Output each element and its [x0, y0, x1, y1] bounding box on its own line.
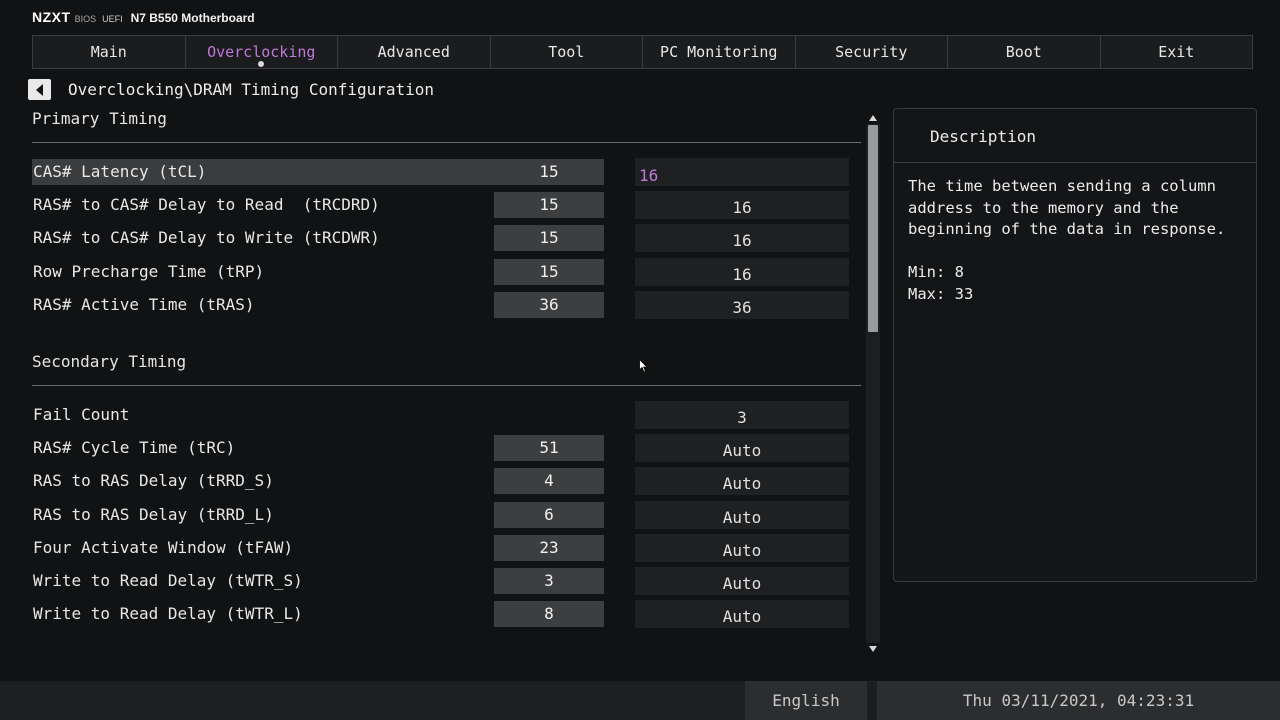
date-time-display: Thu 03/11/2021, 04:23:31 [877, 681, 1280, 720]
tab-advanced[interactable]: Advanced [338, 36, 491, 68]
tab-overclocking[interactable]: Overclocking [186, 36, 338, 68]
current-value: 4 [494, 468, 604, 494]
tab-main[interactable]: Main [33, 36, 186, 68]
current-value: 36 [494, 292, 604, 318]
tab-security[interactable]: Security [796, 36, 948, 68]
nzxt-logo: NZXT [32, 9, 71, 25]
current-value: 51 [494, 435, 604, 461]
setting-value-field[interactable]: Auto [635, 467, 849, 495]
current-value: 15 [494, 192, 604, 218]
description-text: The time between sending a column addres… [908, 177, 1226, 303]
setting-value-field[interactable]: Auto [635, 567, 849, 595]
setting-value-field[interactable]: 16 [635, 158, 849, 186]
current-value: 15 [494, 259, 604, 285]
setting-label: RAS to RAS Delay (tRRD_S) [33, 471, 274, 490]
setting-label: Write to Read Delay (tWTR_L) [33, 604, 303, 623]
mouse-pointer-icon [639, 359, 648, 373]
setting-label: Fail Count [33, 405, 130, 424]
description-header: Description [894, 109, 1256, 163]
tab-boot[interactable]: Boot [948, 36, 1101, 68]
setting-row-twtr-s[interactable]: Write to Read Delay (tWTR_S) 3 Auto [32, 567, 861, 595]
setting-row-tcl[interactable]: CAS# Latency (tCL) 15 16 [32, 158, 861, 186]
setting-row-trc[interactable]: RAS# Cycle Time (tRC) 51 Auto [32, 434, 861, 462]
setting-row-tras[interactable]: RAS# Active Time (tRAS) 36 36 [32, 291, 861, 319]
description-title: Description [930, 127, 1036, 146]
setting-label: Write to Read Delay (tWTR_S) [33, 571, 303, 590]
setting-label: Row Precharge Time (tRP) [33, 262, 265, 281]
brand: NZXT BIOS UEFI N7 B550 Motherboard [32, 9, 255, 27]
setting-value-field[interactable]: Auto [635, 600, 849, 628]
setting-value-field[interactable]: Auto [635, 434, 849, 462]
current-value: 8 [494, 601, 604, 627]
section-divider [32, 385, 861, 386]
current-value: 15 [494, 225, 604, 251]
main-tabs: Main Overclocking Advanced Tool PC Monit… [32, 35, 1253, 69]
back-button[interactable] [28, 79, 51, 100]
setting-row-trrd-s[interactable]: RAS to RAS Delay (tRRD_S) 4 Auto [32, 467, 861, 495]
scroll-down-arrow-icon[interactable] [869, 645, 877, 653]
setting-row-trcdrd[interactable]: RAS# to CAS# Delay to Read (tRCDRD) 15 1… [32, 191, 861, 219]
description-panel: Description The time between sending a c… [893, 108, 1257, 582]
scrollbar-thumb[interactable] [868, 125, 878, 332]
setting-label: RAS# to CAS# Delay to Read (tRCDRD) [33, 195, 380, 214]
setting-row-trrd-l[interactable]: RAS to RAS Delay (tRRD_L) 6 Auto [32, 501, 861, 529]
motherboard-model: N7 B550 Motherboard [130, 11, 255, 25]
setting-value-field[interactable]: 16 [635, 224, 849, 252]
tab-exit[interactable]: Exit [1101, 36, 1253, 68]
setting-row-tfaw[interactable]: Four Activate Window (tFAW) 23 Auto [32, 534, 861, 562]
setting-label: RAS# to CAS# Delay to Write (tRCDWR) [33, 228, 380, 247]
secondary-timing-heading: Secondary Timing [32, 352, 187, 371]
setting-value-field[interactable]: 16 [635, 191, 849, 219]
setting-value-field[interactable]: 36 [635, 291, 849, 319]
current-value: 3 [494, 568, 604, 594]
tab-pc-monitoring[interactable]: PC Monitoring [643, 36, 796, 68]
setting-row-twtr-l[interactable]: Write to Read Delay (tWTR_L) 8 Auto [32, 600, 861, 628]
setting-row-trp[interactable]: Row Precharge Time (tRP) 15 16 [32, 258, 861, 286]
tab-tool[interactable]: Tool [491, 36, 643, 68]
setting-row-trcdwr[interactable]: RAS# to CAS# Delay to Write (tRCDWR) 15 … [32, 224, 861, 252]
status-bar: English Thu 03/11/2021, 04:23:31 [0, 681, 1280, 720]
setting-row-fail-count: Fail Count 3 [32, 401, 861, 429]
current-value: 6 [494, 502, 604, 528]
setting-label: RAS# Cycle Time (tRC) [33, 438, 236, 457]
primary-timing-heading: Primary Timing [32, 109, 167, 128]
setting-value-field[interactable]: Auto [635, 501, 849, 529]
scroll-up-arrow-icon[interactable] [869, 114, 877, 122]
language-selector[interactable]: English [745, 681, 867, 720]
back-arrow-icon [35, 83, 43, 96]
setting-label: CAS# Latency (tCL) [33, 162, 207, 181]
uefi-label: UEFI [102, 14, 123, 24]
setting-value-readonly: 3 [635, 401, 849, 429]
current-value: 23 [494, 535, 604, 561]
section-divider [32, 142, 861, 143]
setting-label: RAS to RAS Delay (tRRD_L) [33, 505, 274, 524]
setting-value-field[interactable]: 16 [635, 258, 849, 286]
setting-value-field[interactable]: Auto [635, 534, 849, 562]
bios-label: BIOS [74, 14, 97, 24]
current-value: 15 [539, 162, 559, 181]
breadcrumb: Overclocking\DRAM Timing Configuration [68, 80, 435, 99]
setting-label: RAS# Active Time (tRAS) [33, 295, 255, 314]
setting-label: Four Activate Window (tFAW) [33, 538, 294, 557]
